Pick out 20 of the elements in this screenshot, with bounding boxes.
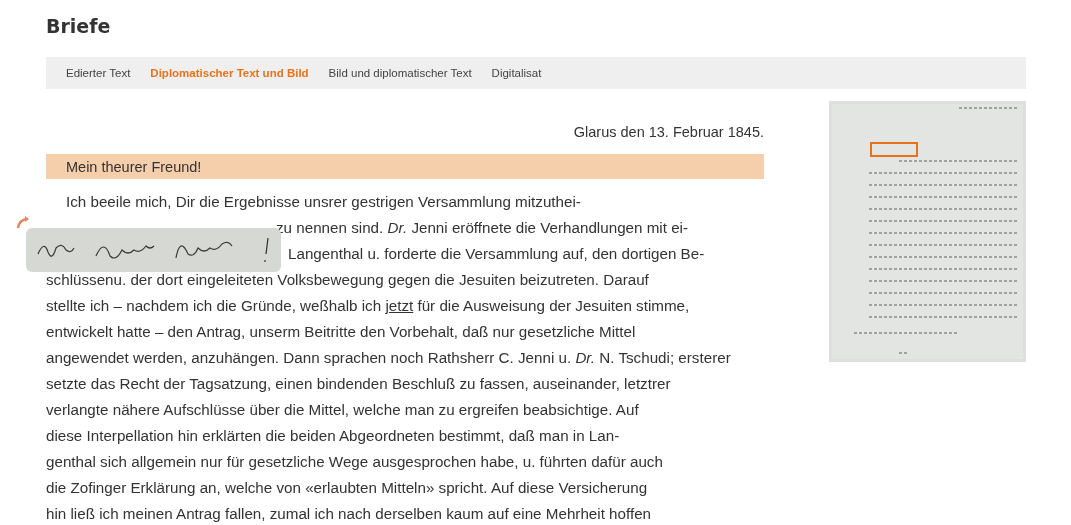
text-line: die Zofinger Erklärung an, welche von «erlaubten Mitteln» spricht. Auf diese Versicherung <box>46 478 648 498</box>
text-line: Langenthal u. forderte die Versammlung auf, den dortigen Be- <box>288 244 705 264</box>
highlight-frame <box>870 142 918 157</box>
text-line: verlangte nähere Aufschlüsse über die Mittel, welche man zu ergreifen beabsichtige. Auf <box>46 400 639 420</box>
text-line: Ich beeile mich, Dir die Ergebnisse unsrer gestrigen Versammlung mitzuthei- <box>65 192 581 212</box>
text-line: schlüssenu. der dort eingeleiteten Volksbewegung gegen die Jesuiten beizutreten. Darauf <box>46 270 649 290</box>
text-line: setzte das Recht der Tagsatzung, einen bindenden Beschluß zu fassen, auseinander, letztrer <box>46 374 671 394</box>
tab[interactable]: Edierter Text <box>66 67 131 79</box>
text-line: hin ließ ich meinen Antrag fallen, zumal ich nach derselben kaum auf eine Mehrheit hoffen <box>46 504 652 524</box>
tab[interactable]: Digitalisat <box>491 67 542 79</box>
text-line: genthal sich allgemein nur für gesetzliche Wege ausgesprochen habe, u. führten dafür auch <box>46 452 663 472</box>
curved-arrow-icon <box>16 216 30 230</box>
salutation-text: Mein theurer Freund! <box>66 158 202 175</box>
letter-date: Glarus den 13. Februar 1845. <box>573 123 764 142</box>
text-line: stellte ich – nachdem ich die Gründe, weßhalb ich jetzt für die Ausweisung der Jesuiten stimme, <box>46 296 690 316</box>
text-line: angewendet werden, anzuhängen. Dann sprachen noch Rathsherr C. Jenni u. Dr. N. Tschudi; ersterer <box>46 348 731 368</box>
text-line: diese Interpellation hin erklärten die beiden Abgeordneten bestimmt, daß man in Lan- <box>46 426 620 446</box>
page-title: Briefe <box>46 14 112 39</box>
tab[interactable]: Bild und diplomatischer Text <box>328 67 472 79</box>
text-line: entwickelt hatte – den Antrag, unserm Beitritte den Vorbehalt, daß nur gesetzliche Mittel <box>46 322 636 342</box>
